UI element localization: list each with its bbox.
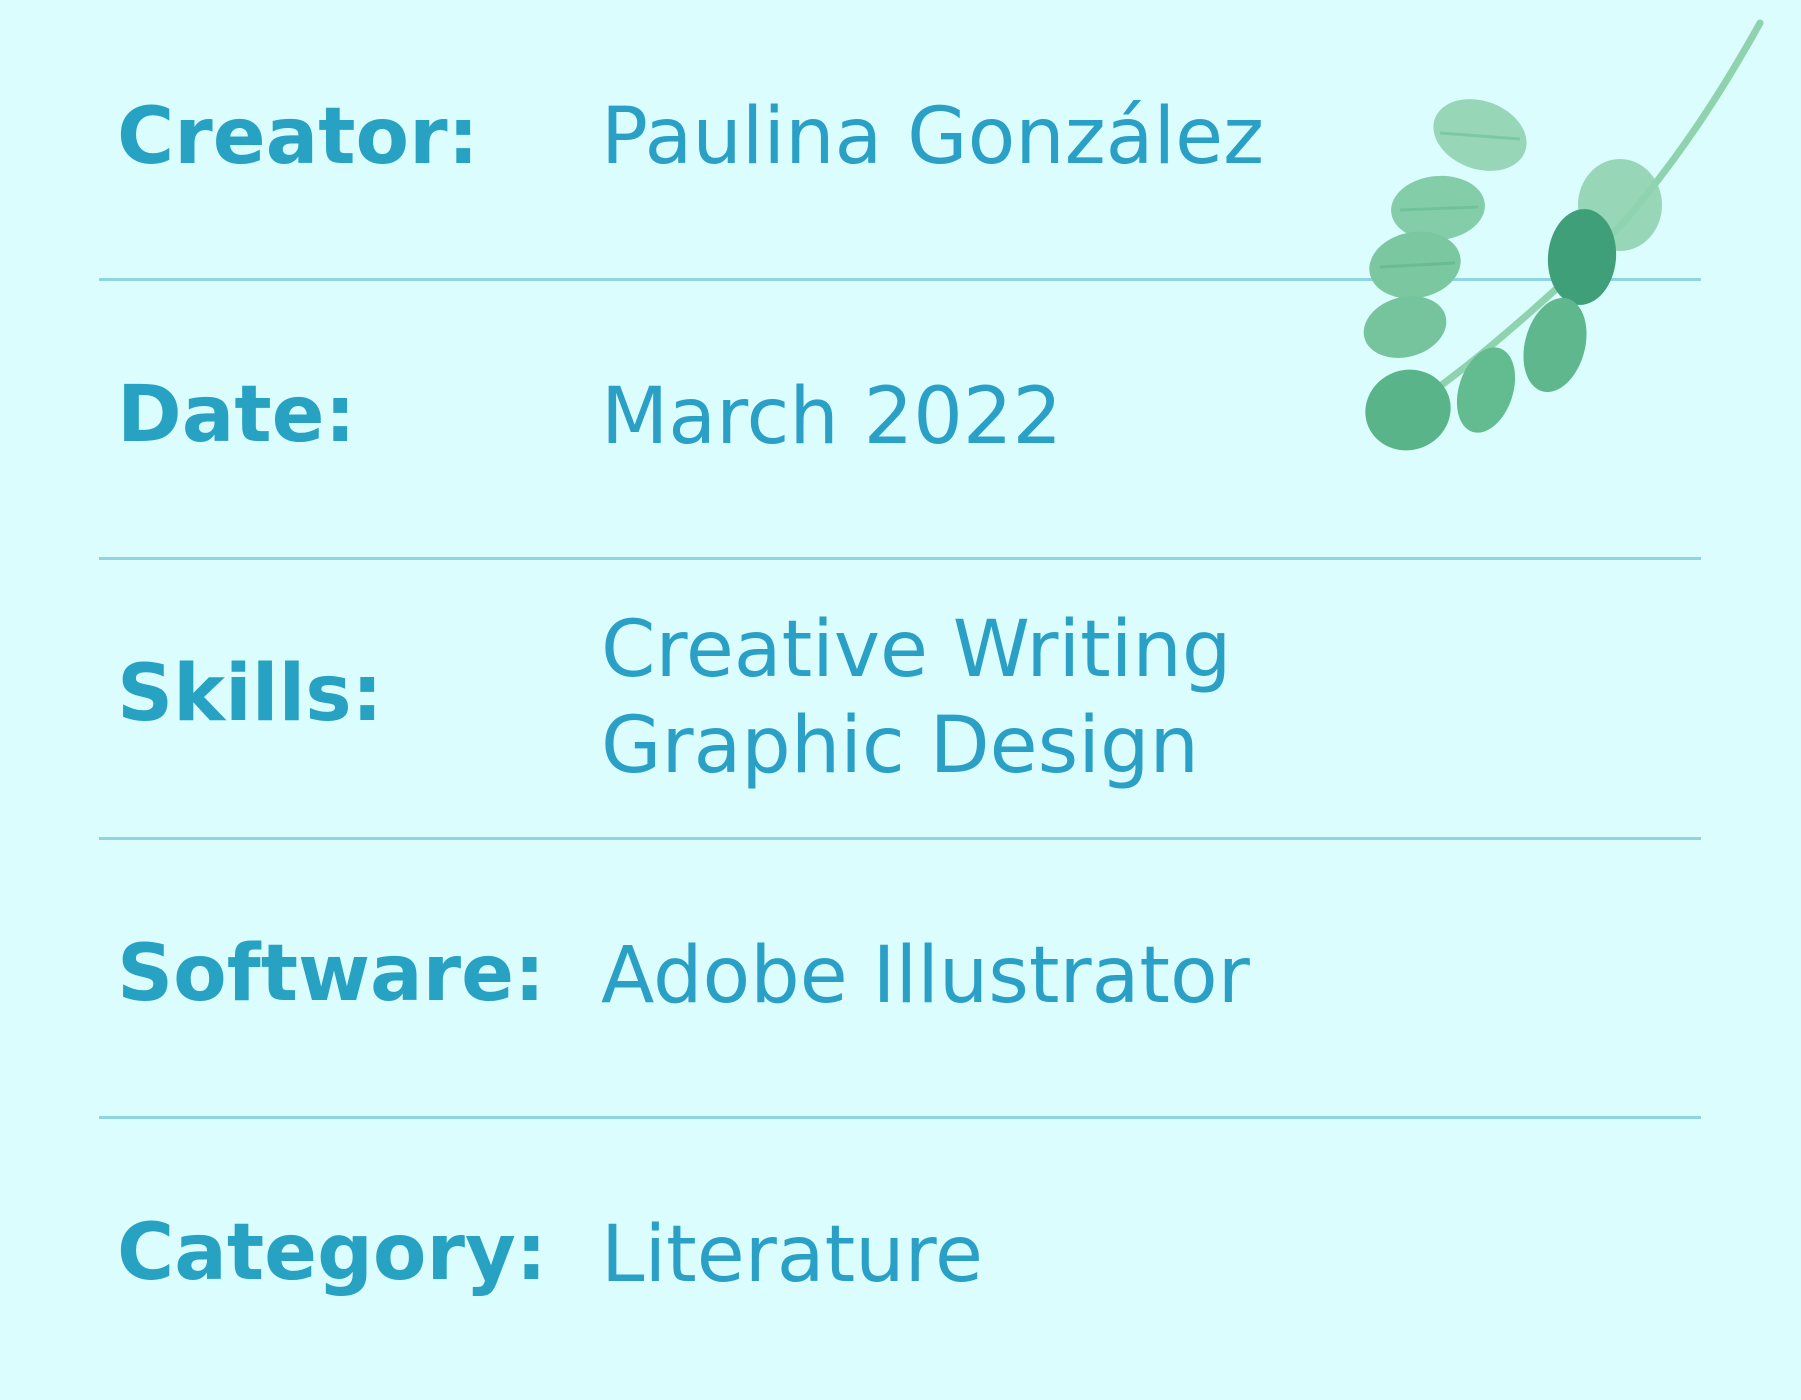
category-label: Category: [117,1208,547,1298]
skills-value-list: Creative Writing Graphic Design [601,602,1231,794]
divider [99,1116,1701,1119]
skill-item: Creative Writing [601,605,1232,695]
details-card: Creator: Paulina González Date: March 20… [0,0,1801,1400]
creator-value: Paulina González [601,92,1265,182]
eucalyptus-sprig-icon [1363,19,1764,451]
divider [99,837,1701,840]
date-label: Date: [117,370,356,460]
software-value: Adobe Illustrator [601,931,1250,1021]
date-value: March 2022 [601,372,1063,462]
creator-label: Creator: [117,92,479,182]
category-value: Literature [601,1210,983,1300]
software-label: Software: [117,929,546,1019]
divider [99,557,1701,560]
skill-item: Graphic Design [601,701,1199,791]
skills-label: Skills: [117,649,383,739]
